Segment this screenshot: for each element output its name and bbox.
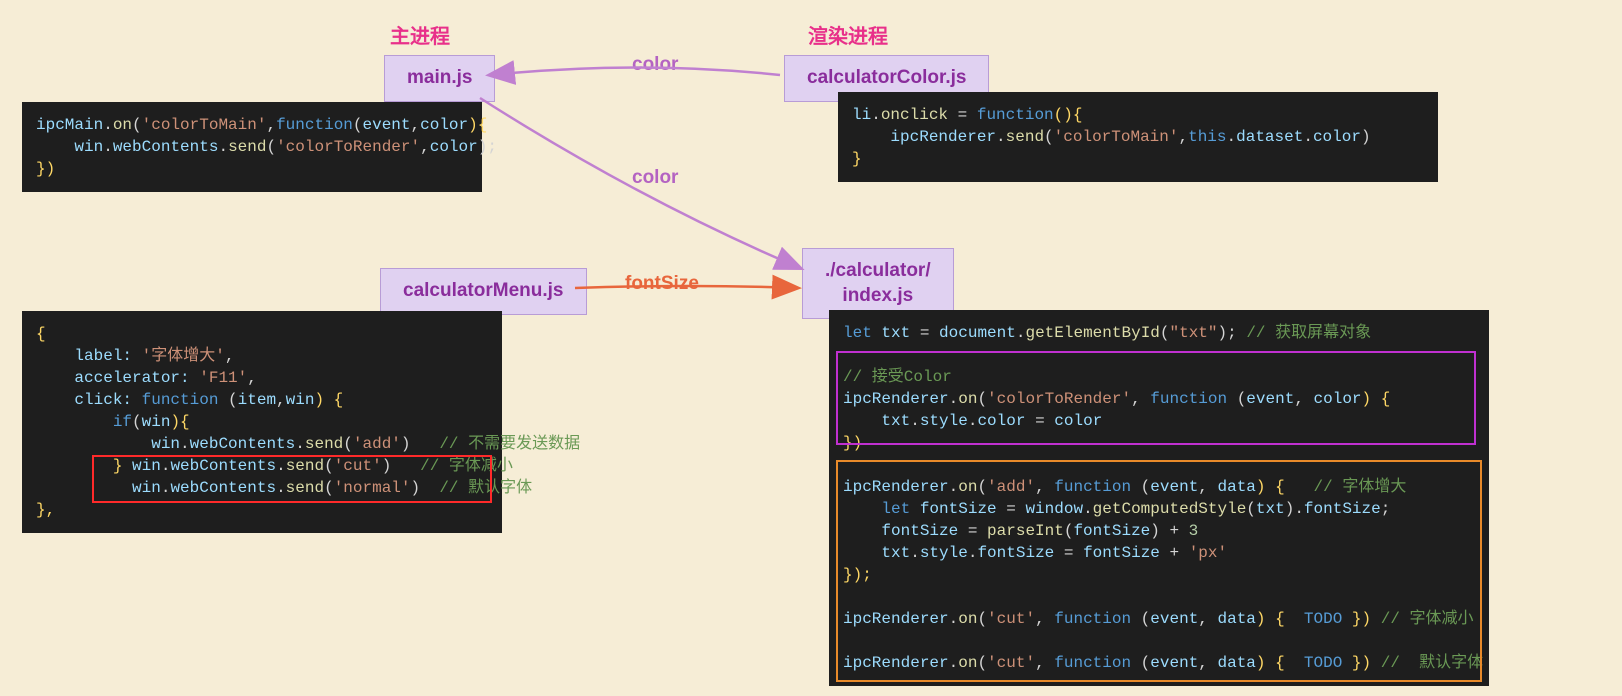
header-render-process: 渲染进程: [808, 20, 888, 49]
code-calculator-color: li.onclick = function(){ ipcRenderer.sen…: [838, 92, 1438, 182]
node-calculator-menu: calculatorMenu.js: [380, 268, 587, 315]
node-main-js: main.js: [384, 55, 495, 102]
annotation-purple-box: [836, 351, 1476, 445]
code-main-js: ipcMain.on('colorToMain',function(event,…: [22, 102, 482, 192]
arrow-label-color-2: color: [632, 167, 678, 189]
annotation-red-box: [92, 455, 492, 503]
header-main-process: 主进程: [390, 20, 450, 49]
arrow-label-color-1: color: [632, 54, 678, 76]
arrow-label-fontsize: fontSize: [625, 273, 699, 295]
node-calculator-index: ./calculator/ index.js: [802, 248, 954, 319]
annotation-orange-box: [836, 460, 1482, 682]
